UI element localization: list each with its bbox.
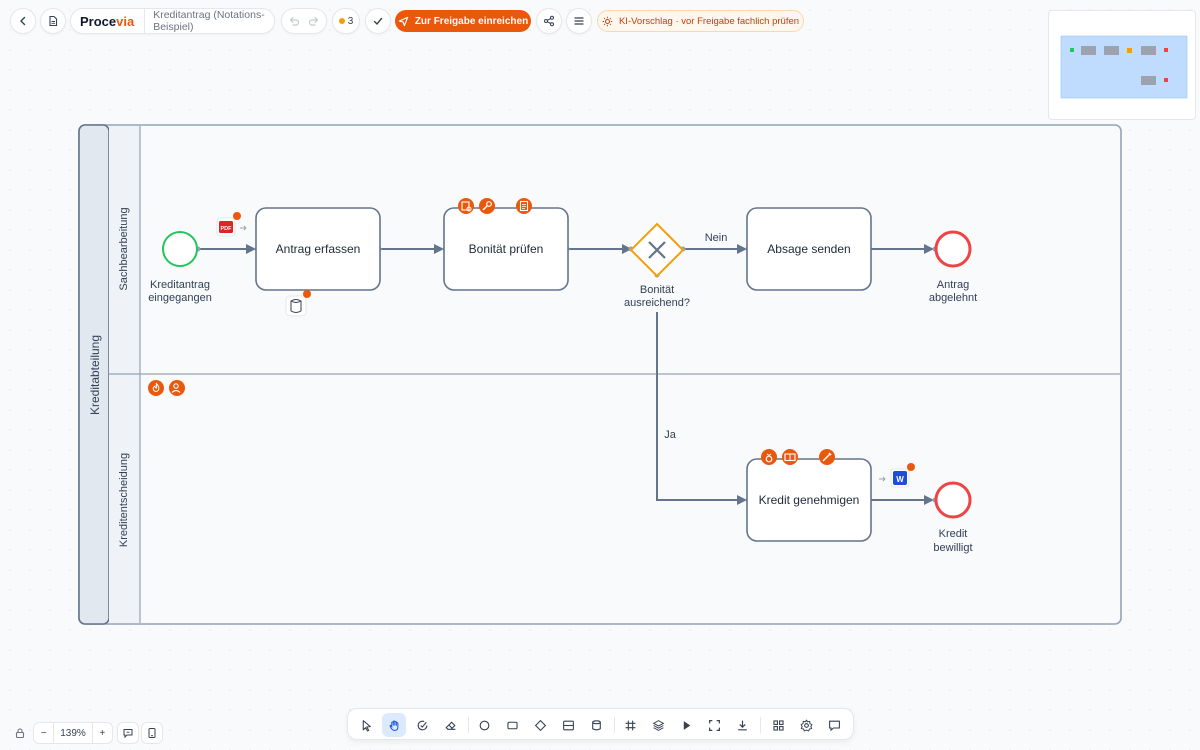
task-label: Kredit genehmigen: [759, 493, 860, 507]
end-event-label: bewilligt: [933, 542, 972, 554]
eraser-tool[interactable]: [438, 713, 462, 737]
key-icon[interactable]: [479, 198, 495, 214]
word-badge-label: W: [896, 475, 904, 484]
download-icon: [737, 720, 747, 730]
grid-icon: [625, 720, 635, 730]
panel-toggle-button[interactable]: [141, 722, 163, 744]
flow-label-ja: Ja: [664, 429, 677, 441]
start-event-label: Kreditantrag: [150, 279, 210, 291]
layers-icon: [652, 719, 664, 731]
event-tool[interactable]: [472, 713, 496, 737]
simulate-button[interactable]: [674, 713, 698, 737]
comments-panel-button[interactable]: [822, 713, 846, 737]
hand-tool[interactable]: [382, 713, 406, 737]
bpmn-canvas[interactable]: Kreditabteilung Sachbearbeitung Krediten…: [0, 0, 1200, 700]
card-icon[interactable]: [782, 449, 798, 465]
task-kredit-genehmigen[interactable]: Kredit genehmigen: [746, 458, 872, 542]
apps-grid-icon: [772, 719, 784, 731]
task-tool[interactable]: [500, 713, 524, 737]
gateway-tool[interactable]: [528, 713, 552, 737]
task-label: Bonität prüfen: [469, 242, 544, 256]
diamond-icon: [534, 719, 546, 731]
lane-tool[interactable]: [556, 713, 580, 737]
grid-toggle[interactable]: [618, 713, 642, 737]
lane-label-kreditentscheidung: Kreditentscheidung: [118, 453, 130, 547]
download-button[interactable]: [730, 713, 754, 737]
end-event-label: Kredit: [939, 528, 968, 540]
gateway-label: ausreichend?: [624, 297, 690, 309]
end-event-label: abgelehnt: [929, 292, 977, 304]
lasso-tool[interactable]: [410, 713, 434, 737]
pdf-badge-label: PDF: [221, 226, 233, 232]
scan-icon[interactable]: [458, 198, 474, 214]
bottom-toolbar: [347, 708, 854, 740]
person-icon[interactable]: [169, 380, 185, 396]
pen-icon[interactable]: [819, 449, 835, 465]
chat-bubble-icon: [828, 720, 840, 731]
fire-icon[interactable]: [148, 380, 164, 396]
ring-icon[interactable]: [761, 449, 777, 465]
eraser-icon: [444, 720, 456, 730]
end-event-label: Antrag: [937, 279, 969, 291]
zoom-out-button[interactable]: −: [34, 723, 53, 743]
fit-view-button[interactable]: [702, 713, 726, 737]
select-tool[interactable]: [354, 713, 378, 737]
zoom-level[interactable]: 139%: [53, 723, 93, 743]
flow-label-nein: Nein: [705, 232, 728, 244]
gateway-label: Bonität: [640, 284, 674, 296]
lock-icon: [15, 728, 25, 739]
pool-label: Kreditabteilung: [88, 335, 102, 415]
layers-button[interactable]: [646, 713, 670, 737]
lane-icon: [562, 720, 574, 730]
zoom-control: − 139% +: [33, 722, 113, 744]
lock-button[interactable]: [9, 722, 31, 744]
pointer-icon: [362, 719, 371, 731]
lane-label-sachbearbeitung: Sachbearbeitung: [118, 207, 130, 290]
task-label: Absage senden: [767, 242, 850, 256]
play-icon: [683, 720, 690, 730]
task-antrag-erfassen[interactable]: Antrag erfassen: [255, 207, 381, 291]
apps-button[interactable]: [766, 713, 790, 737]
zoom-in-button[interactable]: +: [93, 723, 112, 743]
start-event-label: eingegangen: [148, 292, 212, 304]
task-absage-senden[interactable]: Absage senden: [746, 207, 872, 291]
lasso-check-icon: [417, 720, 427, 730]
rectangle-icon: [506, 721, 518, 729]
comment-icon: [123, 729, 133, 739]
task-label: Antrag erfassen: [276, 242, 361, 256]
notes-icon[interactable]: [516, 198, 532, 214]
hand-icon: [389, 719, 398, 731]
comment-toggle-button[interactable]: [117, 722, 139, 744]
circle-icon: [479, 720, 489, 730]
fullscreen-icon: [708, 719, 720, 731]
task-bonitaet-pruefen[interactable]: Bonität prüfen: [443, 207, 569, 291]
data-store-tool[interactable]: [584, 713, 608, 737]
gear-icon: [800, 719, 812, 731]
database-icon: [591, 719, 601, 730]
tablet-icon: [148, 728, 156, 738]
settings-button[interactable]: [794, 713, 818, 737]
